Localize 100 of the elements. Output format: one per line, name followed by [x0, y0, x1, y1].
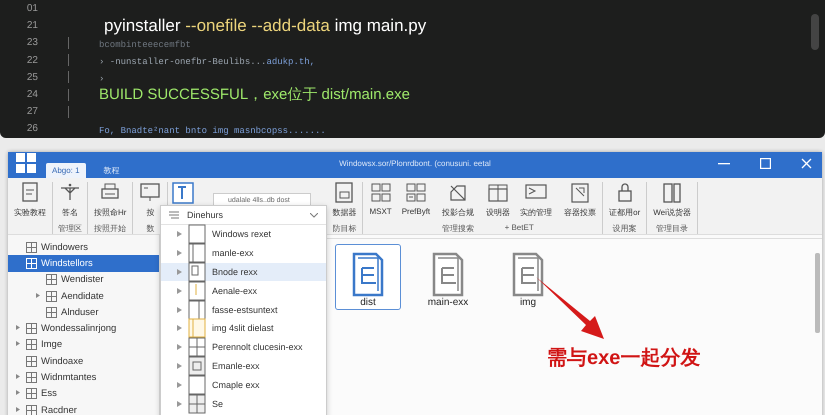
indent-guide [68, 106, 69, 118]
group-label: 管理区 [58, 223, 82, 234]
close-button[interactable] [801, 158, 812, 169]
file-item[interactable]: img [495, 244, 561, 310]
menu-item[interactable]: Emanle-exx [161, 356, 326, 376]
file-icon [188, 337, 206, 358]
document-icon [569, 182, 592, 204]
file-icon [188, 394, 206, 414]
code-line: › [99, 73, 104, 86]
maximize-button[interactable] [760, 158, 771, 169]
line-number: 26 [26, 123, 38, 134]
menu-item[interactable]: Aenale-exx [161, 281, 326, 300]
tree-item[interactable]: Windoaxe [8, 353, 159, 370]
ribbon-button[interactable]: Wei说货器 [651, 182, 693, 218]
line-number: 23 [26, 37, 38, 48]
code-line: bcombinteeecemfbt [99, 38, 191, 52]
menu-item[interactable]: Windows rexet [161, 225, 326, 244]
menu-header: Dinehurs [187, 210, 224, 220]
document-icon [333, 182, 356, 204]
menu-item[interactable]: manle-exx [161, 244, 326, 263]
group-label: 管理搜索 [442, 223, 474, 234]
ribbon-tab[interactable]: Abgo: 1 [46, 163, 86, 178]
line-number: 22 [26, 54, 38, 66]
file-icon [188, 356, 206, 376]
triangle-icon [177, 231, 182, 238]
menu-item[interactable]: Bnode rexx [161, 262, 326, 282]
code-line: BUILD SUCCESSFUL，exe位于 dist/main.exe [99, 85, 410, 104]
file-item[interactable]: dist [335, 244, 401, 310]
triangle-icon [177, 400, 182, 407]
triangle-icon [177, 306, 182, 313]
tree-item[interactable]: Ess [8, 386, 159, 402]
panel-icon [661, 182, 684, 204]
tree-item[interactable]: Aendidate [8, 288, 159, 304]
grid-icon [370, 182, 392, 204]
expand-arrow-icon [16, 341, 20, 346]
minimize-button[interactable] [718, 162, 730, 164]
ribbon-button[interactable]: 投影合规 [440, 182, 476, 218]
indent-guide [68, 36, 69, 49]
grid-icon [404, 182, 427, 204]
ribbon-button[interactable]: 实验教程 [12, 182, 48, 218]
line-number: 21 [26, 20, 38, 32]
tree-item[interactable]: Imge [8, 336, 159, 354]
ribbon-button[interactable]: 答名 [57, 182, 83, 218]
code-line: › -nunstaller-onefbr-Beulibs...adukp.th, [99, 56, 316, 70]
file-item[interactable]: main-exx [415, 244, 481, 310]
triangle-icon [177, 382, 182, 388]
expand-arrow-icon [36, 292, 40, 298]
file-icon [188, 374, 206, 395]
annotation-text: 需与exe一起分发 [547, 346, 700, 371]
ribbon-button[interactable]: 按照命Hr [92, 182, 128, 218]
ribbon-button[interactable]: 证都用or [607, 182, 642, 218]
chevron-icon [310, 212, 318, 218]
tree-item[interactable]: Windstellors [8, 255, 159, 272]
monitor-icon [139, 182, 162, 204]
triangle-icon [177, 325, 182, 332]
expand-arrow-icon [16, 374, 20, 380]
triangle-icon [177, 288, 182, 294]
indent-guide [68, 88, 69, 101]
file-icon [188, 243, 206, 264]
group-label: 按照开始 [94, 223, 126, 234]
tree-item[interactable]: Widnmtantes [8, 369, 159, 386]
file-icon [188, 224, 206, 244]
tree-item[interactable]: Racdner [8, 402, 159, 415]
ribbon-button[interactable]: 按 [137, 182, 164, 218]
scrollbar[interactable] [815, 253, 820, 333]
ribbon-button[interactable]: 数据器 [330, 182, 358, 218]
windows-logo-icon [16, 153, 36, 173]
group-label: 管理目录 [656, 223, 688, 234]
ribbon-button[interactable]: MSXT [367, 182, 394, 216]
file-icon [188, 262, 206, 282]
line-number: 01 [26, 3, 38, 14]
text-style-button[interactable] [172, 182, 194, 204]
tree-item[interactable]: Wondessalinrjong [8, 320, 159, 337]
group-label: 防目标 [332, 223, 356, 234]
menu-item[interactable]: img 4slit dielast [161, 318, 326, 338]
ribbon-button[interactable]: PrefByft [400, 182, 432, 216]
menu-item[interactable]: Perennolt clucesin-exx [161, 338, 326, 357]
menu-icon [169, 211, 179, 219]
menu-item[interactable]: Se [161, 394, 326, 413]
expand-arrow-icon [16, 325, 20, 330]
ribbon-tab[interactable]: 教程 [98, 163, 126, 178]
line-number: 24 [26, 89, 38, 100]
ribbon-button[interactable]: 设明器 [484, 182, 512, 218]
indent-guide [68, 71, 69, 84]
tree-item[interactable]: Wendister [8, 272, 159, 288]
tree-item[interactable]: Windowers [8, 239, 159, 256]
tree-item[interactable]: Alnduser [8, 304, 159, 320]
ribbon-button[interactable]: 容器投票 [562, 182, 598, 218]
scrollbar[interactable] [811, 14, 819, 50]
expand-arrow-icon [16, 406, 20, 412]
code-line: Fo, Bnadte²nant bnto img masnbcopss....... [99, 124, 326, 138]
menu-item[interactable]: Cmaple exx [161, 375, 326, 394]
group-label: 设用案 [612, 223, 637, 234]
ribbon-button[interactable]: 实的管理 [518, 182, 554, 218]
expand-arrow-icon [16, 390, 20, 396]
group-label: + BetET [504, 223, 534, 232]
menu-item[interactable]: fasse-estsuntext [161, 300, 326, 319]
triangle-icon [177, 344, 182, 350]
indent-guide [68, 54, 69, 66]
triangle-icon [177, 362, 182, 369]
